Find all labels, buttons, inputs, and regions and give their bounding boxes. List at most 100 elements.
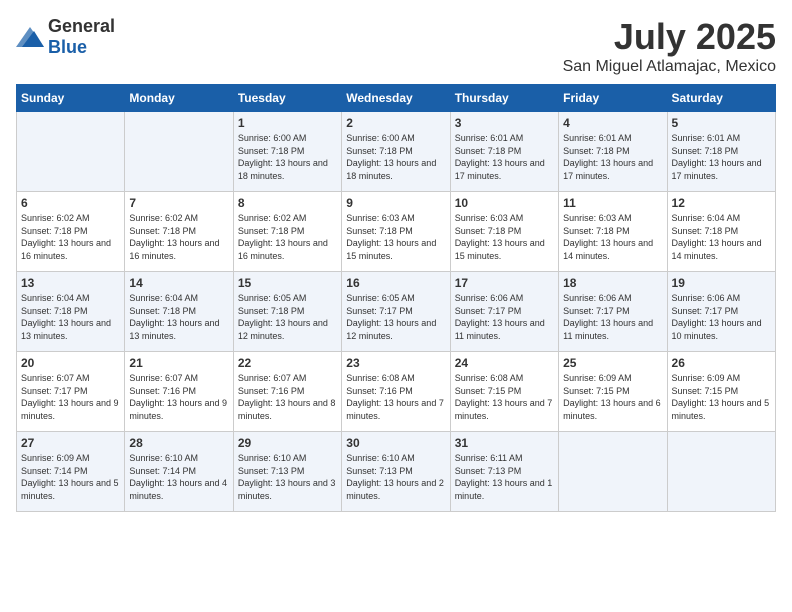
header-thursday: Thursday bbox=[450, 85, 558, 112]
day-detail: Sunrise: 6:04 AM Sunset: 7:18 PM Dayligh… bbox=[21, 292, 120, 342]
calendar-cell: 11Sunrise: 6:03 AM Sunset: 7:18 PM Dayli… bbox=[559, 192, 667, 272]
calendar-cell: 27Sunrise: 6:09 AM Sunset: 7:14 PM Dayli… bbox=[17, 432, 125, 512]
calendar-cell: 23 Sunrise: 6:08 AM Sunset: 7:16 PM Dayli… bbox=[342, 352, 450, 432]
day-detail: Sunrise: 6:07 AM Sunset: 7:16 PM Dayligh… bbox=[238, 372, 337, 422]
day-number: 24 bbox=[455, 356, 554, 370]
calendar-cell bbox=[17, 112, 125, 192]
day-number: 30 bbox=[346, 436, 445, 450]
day-number: 13 bbox=[21, 276, 120, 290]
header-monday: Monday bbox=[125, 85, 233, 112]
day-number: 23 bbox=[346, 356, 445, 370]
calendar-cell: 21Sunrise: 6:07 AM Sunset: 7:16 PM Dayli… bbox=[125, 352, 233, 432]
logo-general: General bbox=[48, 16, 115, 36]
calendar-cell: 9Sunrise: 6:03 AM Sunset: 7:18 PM Daylig… bbox=[342, 192, 450, 272]
calendar-cell bbox=[667, 432, 775, 512]
day-number: 22 bbox=[238, 356, 337, 370]
day-detail: Sunrise: 6:07 AM Sunset: 7:16 PM Dayligh… bbox=[129, 372, 228, 422]
calendar-week-row: 20Sunrise: 6:07 AM Sunset: 7:17 PM Dayli… bbox=[17, 352, 776, 432]
calendar-cell: 8Sunrise: 6:02 AM Sunset: 7:18 PM Daylig… bbox=[233, 192, 341, 272]
calendar-week-row: 1 Sunrise: 6:00 AM Sunset: 7:18 PM Daylig… bbox=[17, 112, 776, 192]
header-friday: Friday bbox=[559, 85, 667, 112]
day-number: 18 bbox=[563, 276, 662, 290]
calendar-cell: 24 Sunrise: 6:08 AM Sunset: 7:15 PM Dayli… bbox=[450, 352, 558, 432]
day-detail: Sunrise: 6:02 AM Sunset: 7:18 PM Dayligh… bbox=[129, 212, 228, 262]
calendar-cell: 17 Sunrise: 6:06 AM Sunset: 7:17 PM Dayli… bbox=[450, 272, 558, 352]
day-number: 5 bbox=[672, 116, 771, 130]
day-detail: Sunrise: 6:09 AM Sunset: 7:15 PM Dayligh… bbox=[672, 372, 771, 422]
day-number: 20 bbox=[21, 356, 120, 370]
calendar-cell: 3 Sunrise: 6:01 AM Sunset: 7:18 PM Daylig… bbox=[450, 112, 558, 192]
calendar-cell: 13 Sunrise: 6:04 AM Sunset: 7:18 PM Dayli… bbox=[17, 272, 125, 352]
day-detail: Sunrise: 6:01 AM Sunset: 7:18 PM Dayligh… bbox=[563, 132, 662, 182]
logo: General Blue bbox=[16, 16, 115, 58]
calendar-week-row: 27Sunrise: 6:09 AM Sunset: 7:14 PM Dayli… bbox=[17, 432, 776, 512]
calendar-cell: 10 Sunrise: 6:03 AM Sunset: 7:18 PM Dayli… bbox=[450, 192, 558, 272]
calendar-week-row: 6 Sunrise: 6:02 AM Sunset: 7:18 PM Daylig… bbox=[17, 192, 776, 272]
day-number: 6 bbox=[21, 196, 120, 210]
day-number: 14 bbox=[129, 276, 228, 290]
day-number: 31 bbox=[455, 436, 554, 450]
calendar-cell: 20Sunrise: 6:07 AM Sunset: 7:17 PM Dayli… bbox=[17, 352, 125, 432]
day-detail: Sunrise: 6:00 AM Sunset: 7:18 PM Dayligh… bbox=[238, 132, 337, 182]
calendar-week-row: 13 Sunrise: 6:04 AM Sunset: 7:18 PM Dayli… bbox=[17, 272, 776, 352]
header-saturday: Saturday bbox=[667, 85, 775, 112]
calendar-cell bbox=[125, 112, 233, 192]
calendar-cell: 26 Sunrise: 6:09 AM Sunset: 7:15 PM Dayli… bbox=[667, 352, 775, 432]
day-number: 9 bbox=[346, 196, 445, 210]
day-detail: Sunrise: 6:08 AM Sunset: 7:16 PM Dayligh… bbox=[346, 372, 445, 422]
day-detail: Sunrise: 6:02 AM Sunset: 7:18 PM Dayligh… bbox=[21, 212, 120, 262]
logo-icon bbox=[16, 27, 44, 47]
calendar-cell: 1 Sunrise: 6:00 AM Sunset: 7:18 PM Daylig… bbox=[233, 112, 341, 192]
day-detail: Sunrise: 6:06 AM Sunset: 7:17 PM Dayligh… bbox=[455, 292, 554, 342]
day-number: 16 bbox=[346, 276, 445, 290]
calendar-cell: 16 Sunrise: 6:05 AM Sunset: 7:17 PM Dayli… bbox=[342, 272, 450, 352]
day-detail: Sunrise: 6:10 AM Sunset: 7:13 PM Dayligh… bbox=[238, 452, 337, 502]
day-number: 12 bbox=[672, 196, 771, 210]
day-number: 3 bbox=[455, 116, 554, 130]
day-number: 7 bbox=[129, 196, 228, 210]
day-number: 11 bbox=[563, 196, 662, 210]
main-title: July 2025 bbox=[563, 16, 776, 58]
day-number: 28 bbox=[129, 436, 228, 450]
header-sunday: Sunday bbox=[17, 85, 125, 112]
day-number: 19 bbox=[672, 276, 771, 290]
calendar-cell: 29Sunrise: 6:10 AM Sunset: 7:13 PM Dayli… bbox=[233, 432, 341, 512]
day-detail: Sunrise: 6:00 AM Sunset: 7:18 PM Dayligh… bbox=[346, 132, 445, 182]
day-detail: Sunrise: 6:04 AM Sunset: 7:18 PM Dayligh… bbox=[129, 292, 228, 342]
day-detail: Sunrise: 6:01 AM Sunset: 7:18 PM Dayligh… bbox=[455, 132, 554, 182]
calendar-header-row: Sunday Monday Tuesday Wednesday Thursday… bbox=[17, 85, 776, 112]
day-detail: Sunrise: 6:03 AM Sunset: 7:18 PM Dayligh… bbox=[455, 212, 554, 262]
calendar-cell: 28Sunrise: 6:10 AM Sunset: 7:14 PM Dayli… bbox=[125, 432, 233, 512]
day-detail: Sunrise: 6:02 AM Sunset: 7:18 PM Dayligh… bbox=[238, 212, 337, 262]
calendar-cell: 5 Sunrise: 6:01 AM Sunset: 7:18 PM Daylig… bbox=[667, 112, 775, 192]
day-detail: Sunrise: 6:06 AM Sunset: 7:17 PM Dayligh… bbox=[563, 292, 662, 342]
calendar-table: Sunday Monday Tuesday Wednesday Thursday… bbox=[16, 84, 776, 512]
day-number: 25 bbox=[563, 356, 662, 370]
calendar-cell: 19Sunrise: 6:06 AM Sunset: 7:17 PM Dayli… bbox=[667, 272, 775, 352]
day-detail: Sunrise: 6:05 AM Sunset: 7:17 PM Dayligh… bbox=[346, 292, 445, 342]
day-detail: Sunrise: 6:05 AM Sunset: 7:18 PM Dayligh… bbox=[238, 292, 337, 342]
logo-wordmark: General Blue bbox=[48, 16, 115, 58]
day-detail: Sunrise: 6:08 AM Sunset: 7:15 PM Dayligh… bbox=[455, 372, 554, 422]
page-header: General Blue July 2025 San Miguel Atlama… bbox=[16, 16, 776, 76]
header-tuesday: Tuesday bbox=[233, 85, 341, 112]
calendar-cell: 18 Sunrise: 6:06 AM Sunset: 7:17 PM Dayli… bbox=[559, 272, 667, 352]
day-detail: Sunrise: 6:11 AM Sunset: 7:13 PM Dayligh… bbox=[455, 452, 554, 502]
day-detail: Sunrise: 6:01 AM Sunset: 7:18 PM Dayligh… bbox=[672, 132, 771, 182]
day-number: 26 bbox=[672, 356, 771, 370]
title-block: July 2025 San Miguel Atlamajac, Mexico bbox=[563, 16, 776, 76]
calendar-cell: 12 Sunrise: 6:04 AM Sunset: 7:18 PM Dayli… bbox=[667, 192, 775, 272]
calendar-cell: 14 Sunrise: 6:04 AM Sunset: 7:18 PM Dayli… bbox=[125, 272, 233, 352]
day-number: 1 bbox=[238, 116, 337, 130]
day-number: 4 bbox=[563, 116, 662, 130]
day-number: 10 bbox=[455, 196, 554, 210]
day-detail: Sunrise: 6:04 AM Sunset: 7:18 PM Dayligh… bbox=[672, 212, 771, 262]
calendar-cell: 22 Sunrise: 6:07 AM Sunset: 7:16 PM Dayli… bbox=[233, 352, 341, 432]
day-detail: Sunrise: 6:09 AM Sunset: 7:15 PM Dayligh… bbox=[563, 372, 662, 422]
calendar-cell: 30Sunrise: 6:10 AM Sunset: 7:13 PM Dayli… bbox=[342, 432, 450, 512]
header-wednesday: Wednesday bbox=[342, 85, 450, 112]
calendar-cell: 31 Sunrise: 6:11 AM Sunset: 7:13 PM Dayli… bbox=[450, 432, 558, 512]
day-detail: Sunrise: 6:09 AM Sunset: 7:14 PM Dayligh… bbox=[21, 452, 120, 502]
calendar-cell: 25 Sunrise: 6:09 AM Sunset: 7:15 PM Dayli… bbox=[559, 352, 667, 432]
day-number: 17 bbox=[455, 276, 554, 290]
